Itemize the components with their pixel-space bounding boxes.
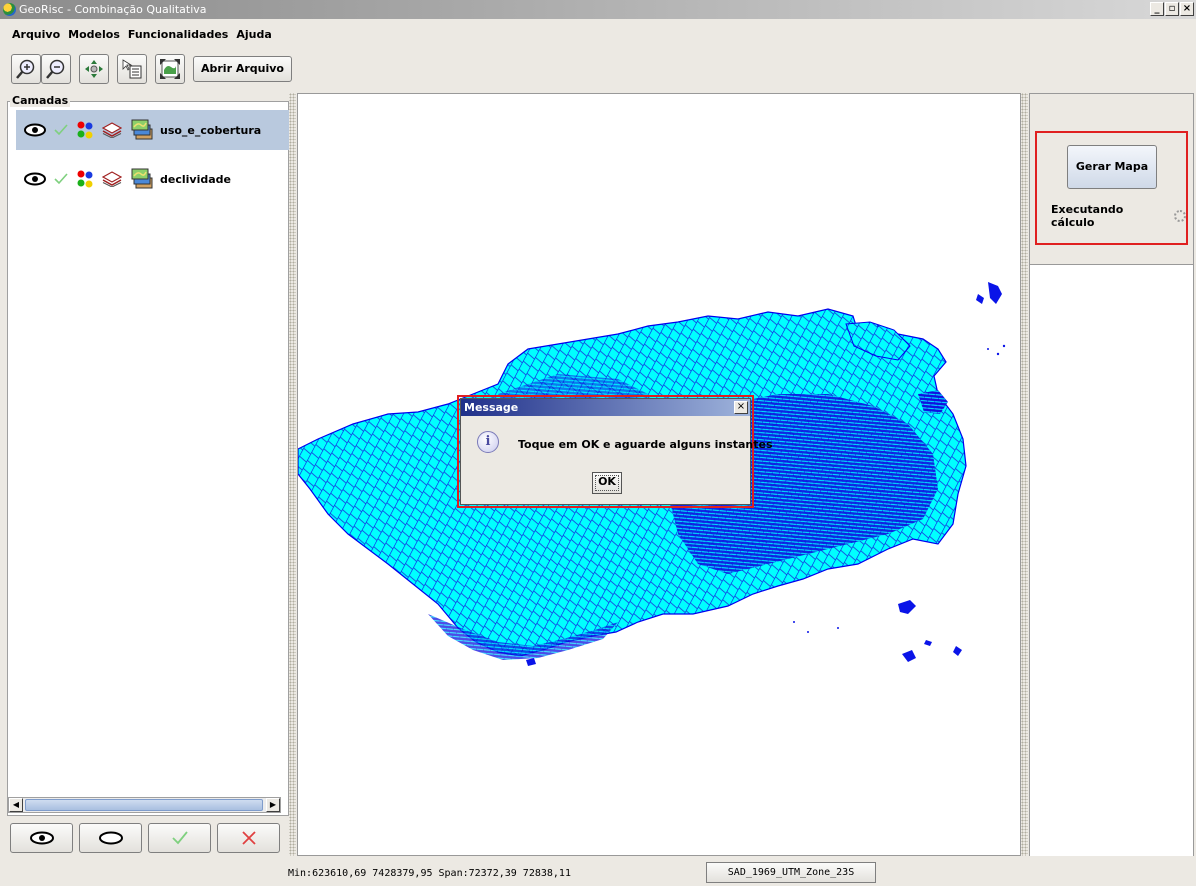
ok-button[interactable]: OK (592, 472, 622, 494)
color-palette-icon[interactable] (76, 121, 94, 139)
status-label: Executando cálculo (1051, 203, 1124, 229)
remove-layer-button[interactable] (217, 823, 280, 853)
layer-row-uso-e-cobertura[interactable]: uso_e_cobertura (16, 110, 289, 150)
right-panel: Gerar Mapa Executando cálculo (1029, 93, 1194, 856)
layers-panel: uso_e_cobertura declividade Camadas (7, 93, 289, 856)
show-all-icon (29, 831, 54, 845)
info-icon: i (477, 431, 499, 453)
eye-icon[interactable] (24, 123, 46, 137)
maximize-button[interactable]: ▫ (1165, 2, 1179, 16)
window-title: GeoRisc - Combinação Qualitativa (19, 3, 207, 16)
title-bar: GeoRisc - Combinação Qualitativa _ ▫ × (0, 0, 1196, 19)
color-palette-icon[interactable] (76, 170, 94, 188)
check-icon[interactable] (54, 172, 68, 186)
message-dialog: Message × i Toque em OK e aguarde alguns… (457, 395, 773, 508)
zoom-extent-icon (160, 59, 180, 79)
scroll-right-icon[interactable]: ▶ (266, 798, 280, 812)
menu-bar: Arquivo Modelos Funcionalidades Ajuda (0, 25, 272, 45)
show-all-button[interactable] (10, 823, 73, 853)
layer-stack-icon[interactable] (102, 171, 122, 187)
map-layers-icon (130, 166, 156, 192)
right-splitter[interactable] (1021, 93, 1028, 856)
globe-icon (3, 3, 16, 16)
dialog-title: Message (461, 399, 750, 416)
check-all-button[interactable] (148, 823, 211, 853)
generate-map-box: Gerar Mapa Executando cálculo (1035, 131, 1188, 245)
hide-all-icon (98, 831, 123, 845)
check-icon[interactable] (54, 123, 68, 137)
pan-icon (85, 60, 103, 78)
coordinates-readout: Min:623610,69 7428379,95 Span:72372,39 7… (288, 868, 571, 879)
zoom-out-button[interactable] (41, 54, 71, 84)
menu-funcionalidades[interactable]: Funcionalidades (128, 25, 228, 45)
zoom-in-icon (16, 59, 35, 79)
zoom-extent-button[interactable] (155, 54, 185, 84)
layers-horizontal-scrollbar[interactable]: ◀ ▶ (8, 797, 281, 813)
open-file-button[interactable]: Abrir Arquivo (193, 56, 292, 82)
layer-name: declividade (160, 172, 231, 186)
scroll-left-icon[interactable]: ◀ (9, 798, 23, 812)
remove-icon (241, 831, 256, 845)
info-select-button[interactable] (117, 54, 147, 84)
scrollbar-thumb[interactable] (25, 799, 263, 811)
dialog-close-button[interactable]: × (734, 401, 748, 414)
eye-icon[interactable] (24, 172, 46, 186)
info-select-icon (122, 59, 142, 79)
spinner-icon (1174, 210, 1186, 222)
layer-name: uso_e_cobertura (160, 123, 262, 137)
zoom-in-button[interactable] (11, 54, 41, 84)
layer-stack-icon[interactable] (102, 122, 122, 138)
generate-map-button[interactable]: Gerar Mapa (1067, 145, 1157, 189)
toolbar: Abrir Arquivo (11, 53, 292, 85)
map-layers-icon (130, 117, 156, 143)
layers-title: Camadas (10, 94, 71, 107)
menu-modelos[interactable]: Modelos (68, 25, 120, 45)
close-window-button[interactable]: × (1180, 2, 1194, 16)
hide-all-button[interactable] (79, 823, 142, 853)
layer-row-declividade[interactable]: declividade (16, 159, 289, 199)
menu-ajuda[interactable]: Ajuda (236, 25, 271, 45)
check-icon (171, 831, 188, 845)
layer-actions (10, 823, 280, 853)
dialog-message: Toque em OK e aguarde alguns instantes (518, 438, 773, 451)
menu-arquivo[interactable]: Arquivo (12, 25, 60, 45)
right-output-area (1030, 264, 1193, 856)
layers-list: uso_e_cobertura declividade (7, 101, 289, 816)
minimize-button[interactable]: _ (1150, 2, 1164, 16)
crs-button[interactable]: SAD_1969_UTM_Zone_23S (706, 862, 876, 883)
zoom-out-icon (46, 59, 65, 79)
calculation-status: Executando cálculo (1051, 203, 1186, 229)
left-splitter[interactable] (289, 93, 296, 856)
pan-button[interactable] (79, 54, 109, 84)
